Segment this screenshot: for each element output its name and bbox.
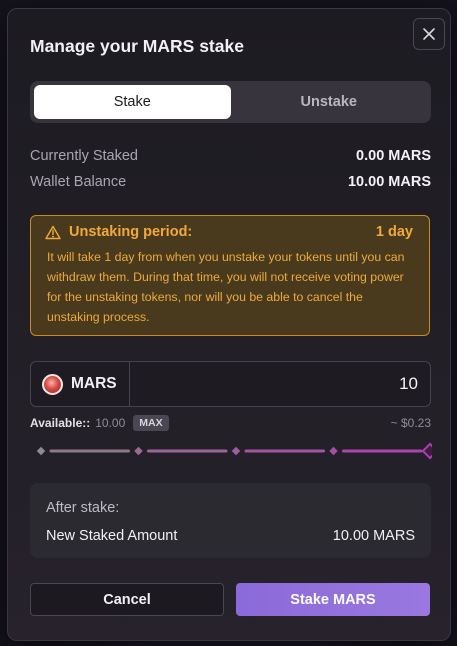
warning-triangle-icon: [45, 225, 61, 239]
max-button[interactable]: MAX: [133, 415, 169, 431]
token-symbol: MARS: [71, 375, 117, 392]
new-staked-amount-value: 10.00 MARS: [332, 528, 415, 544]
warning-title: Unstaking period:: [69, 224, 193, 240]
currently-staked-row: Currently Staked 0.00 MARS: [30, 148, 431, 164]
tab-stake[interactable]: Stake: [34, 85, 231, 119]
warning-duration: 1 day: [375, 224, 413, 240]
currently-staked-value: 0.00 MARS: [356, 148, 431, 164]
available-label: Available::: [30, 416, 91, 430]
new-staked-amount-label: New Staked Amount: [46, 528, 178, 544]
warning-body: It will take 1 day from when you unstake…: [47, 250, 405, 324]
stake-modal: Manage your MARS stake Stake Unstake Cur…: [7, 8, 451, 641]
wallet-balance-label: Wallet Balance: [30, 174, 127, 190]
wallet-balance-value: 10.00 MARS: [347, 174, 431, 190]
stake-tabs: Stake Unstake: [30, 81, 431, 123]
amount-field: MARS: [30, 361, 431, 407]
amount-input[interactable]: [130, 362, 430, 406]
wallet-balance-row: Wallet Balance 10.00 MARS: [30, 174, 431, 190]
stake-button[interactable]: Stake MARS: [236, 583, 430, 616]
slider-mark: [36, 446, 46, 456]
close-icon: [423, 28, 435, 40]
after-stake-title: After stake:: [46, 500, 120, 516]
close-button[interactable]: [413, 18, 445, 50]
available-row: Available:: 10.00 MAX ~ $0.23: [30, 415, 431, 431]
tab-unstake[interactable]: Unstake: [231, 85, 428, 119]
slider-mark: [231, 446, 241, 456]
currently-staked-label: Currently Staked: [30, 148, 138, 164]
usd-value: ~ $0.23: [390, 416, 431, 430]
slider-mark: [134, 446, 143, 456]
slider-handle[interactable]: [421, 442, 432, 460]
slider-mark: [329, 446, 338, 456]
amount-slider[interactable]: [28, 441, 432, 461]
token-selector: MARS: [31, 362, 130, 406]
mars-token-icon: [42, 373, 63, 395]
unstaking-warning: Unstaking period: 1 day It will take 1 d…: [30, 215, 430, 336]
after-stake-panel: After stake: New Staked Amount 10.00 MAR…: [30, 483, 431, 558]
modal-title: Manage your MARS stake: [30, 36, 244, 56]
available-value: 10.00: [95, 416, 126, 430]
cancel-button[interactable]: Cancel: [30, 583, 224, 616]
